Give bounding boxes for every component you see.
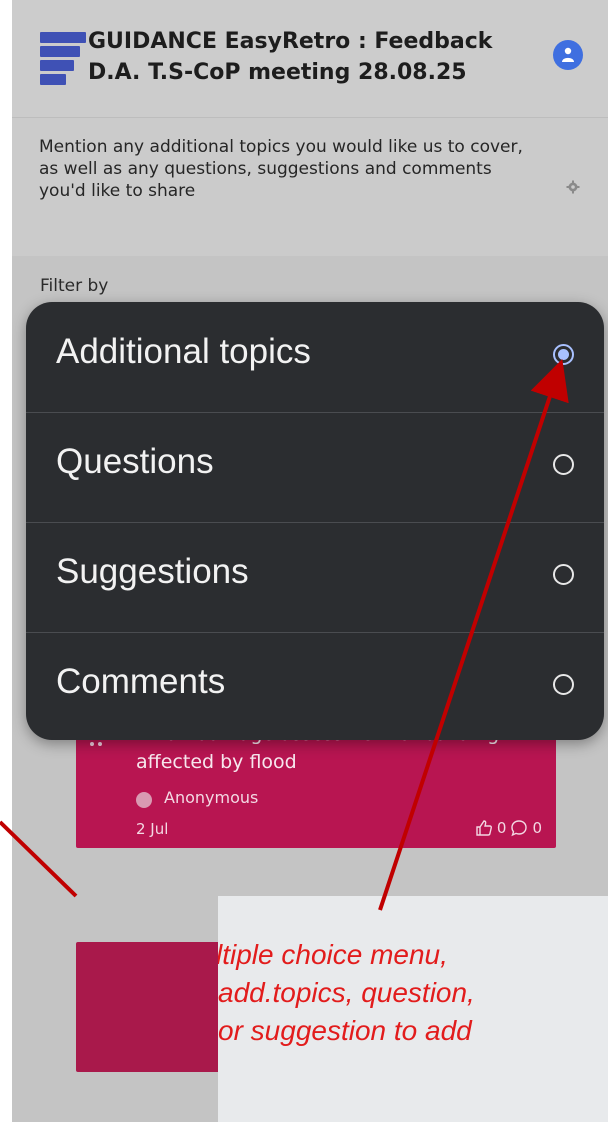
app-header: GUIDANCE EasyRetro : Feedback D.A. T.S-C… [12, 0, 608, 118]
card-date: 2 Jul [136, 820, 169, 838]
comment-count: 0 [532, 819, 542, 837]
board-description: Mention any additional topics you would … [12, 118, 608, 256]
annotation-line: ltiple choice menu, [218, 939, 448, 970]
thumbs-up-icon[interactable] [475, 819, 493, 837]
screenshot-frame: GUIDANCE EasyRetro : Feedback D.A. T.S-C… [0, 0, 608, 1122]
annotation-line: add.topics, question, [218, 977, 475, 1008]
radio-unselected-icon[interactable] [553, 674, 574, 695]
radio-unselected-icon[interactable] [553, 564, 574, 585]
board-title: GUIDANCE EasyRetro : Feedback D.A. T.S-C… [88, 29, 493, 85]
radio-unselected-icon[interactable] [553, 454, 574, 475]
like-count: 0 [496, 819, 507, 837]
card-author: Anonymous [164, 788, 259, 807]
filter-option-label: Additional topics [56, 332, 311, 371]
annotation-line: or suggestion to add [218, 1015, 472, 1046]
card-reactions: 0 0 [475, 819, 542, 837]
filter-option-additional-topics[interactable]: Additional topics [26, 302, 604, 413]
filter-option-label: Suggestions [56, 552, 249, 591]
filter-option-label: Comments [56, 662, 226, 701]
filter-dropdown-menu: Additional topics Questions Suggestions … [26, 302, 604, 740]
comment-icon[interactable] [510, 819, 528, 837]
easyretro-logo-icon [40, 32, 86, 86]
annotation-callout: ltiple choice menu, add.topics, question… [218, 896, 608, 1122]
user-avatar-icon[interactable] [553, 40, 583, 70]
radio-selected-icon[interactable] [553, 344, 574, 365]
gear-icon[interactable] [566, 180, 580, 194]
filter-option-questions[interactable]: Questions [26, 412, 604, 523]
filter-label: Filter by [40, 276, 109, 296]
filter-option-comments[interactable]: Comments [26, 632, 604, 740]
anonymous-avatar-icon [136, 792, 152, 808]
filter-option-suggestions[interactable]: Suggestions [26, 522, 604, 633]
board-description-text: Mention any additional topics you would … [39, 137, 523, 201]
filter-option-label: Questions [56, 442, 214, 481]
annotation-text: ltiple choice menu, add.topics, question… [218, 936, 608, 1050]
